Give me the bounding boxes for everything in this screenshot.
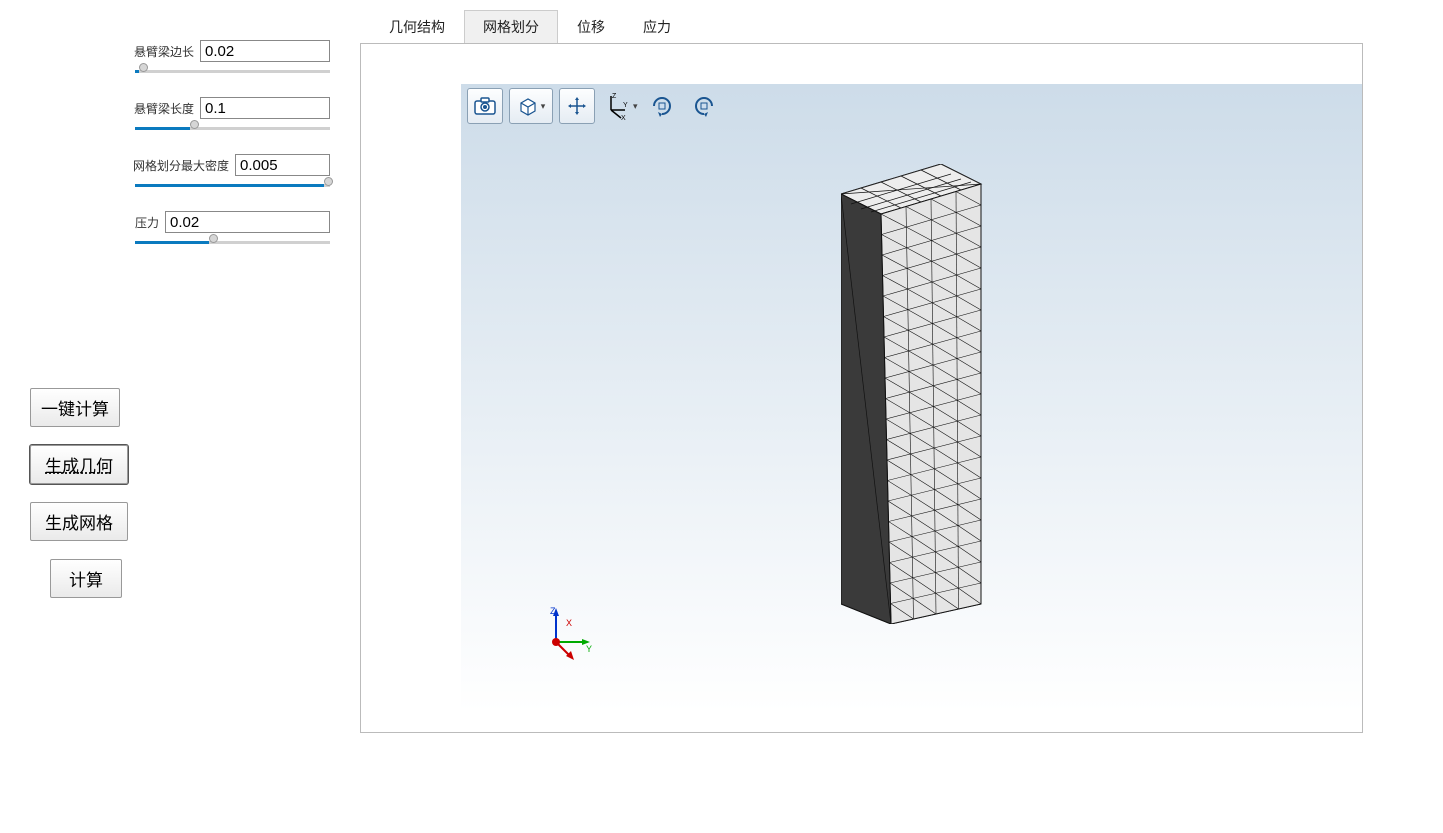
pressure-slider[interactable]: [135, 237, 330, 240]
chevron-down-icon: ▾: [541, 101, 546, 112]
svg-text:Y: Y: [586, 644, 592, 654]
tab-displacement[interactable]: 位移: [558, 10, 624, 44]
tab-stress[interactable]: 应力: [624, 10, 690, 44]
param-label: 网格划分最大密度: [133, 157, 229, 174]
param-row-edge-length: 悬臂梁边长: [30, 40, 330, 62]
pan-icon[interactable]: [559, 88, 595, 124]
rotate-cw-icon[interactable]: [644, 88, 680, 124]
slider-length-wrap: [30, 123, 330, 126]
tab-bar: 几何结构 网格划分 位移 应力: [370, 10, 1363, 44]
main-panel: 几何结构 网格划分 位移 应力 ▾ Z Y: [360, 0, 1443, 833]
viewer-canvas[interactable]: ▾ Z Y X ▾: [461, 84, 1362, 712]
param-row-length: 悬臂梁长度: [30, 97, 330, 119]
axis-triad-icon: Z Y X: [536, 602, 596, 662]
edge-length-slider[interactable]: [135, 66, 330, 69]
edge-length-input[interactable]: [200, 40, 330, 62]
slider-pressure-wrap: [30, 237, 330, 240]
param-label: 悬臂梁边长: [134, 43, 194, 60]
slider-edge-length-wrap: [30, 66, 330, 69]
camera-icon[interactable]: [467, 88, 503, 124]
tab-geometry[interactable]: 几何结构: [370, 10, 464, 44]
svg-text:Y: Y: [623, 102, 628, 109]
param-row-mesh-density: 网格划分最大密度: [30, 154, 330, 176]
svg-text:Z: Z: [550, 606, 556, 616]
svg-text:X: X: [566, 618, 572, 628]
slider-mesh-density-wrap: [30, 180, 330, 183]
generate-mesh-button[interactable]: 生成网格: [30, 502, 128, 541]
mesh-density-slider[interactable]: [135, 180, 330, 183]
svg-text:X: X: [621, 115, 626, 120]
param-label: 压力: [135, 214, 159, 231]
mesh-3d-render: [841, 164, 1001, 624]
param-row-pressure: 压力: [30, 211, 330, 233]
sidebar: 悬臂梁边长 悬臂梁长度 网格划分最大密度 压力: [0, 0, 360, 833]
chevron-down-icon: ▾: [633, 101, 638, 112]
length-slider[interactable]: [135, 123, 330, 126]
rotate-ccw-icon[interactable]: [686, 88, 722, 124]
param-label: 悬臂梁长度: [134, 100, 194, 117]
generate-geometry-button[interactable]: 生成几何: [30, 445, 128, 484]
length-input[interactable]: [200, 97, 330, 119]
mesh-density-input[interactable]: [235, 154, 330, 176]
compute-button[interactable]: 计算: [50, 559, 122, 598]
button-section: 一键计算 生成几何 生成网格 计算: [30, 388, 330, 616]
pressure-input[interactable]: [165, 211, 330, 233]
viewer-frame: ▾ Z Y X ▾: [360, 43, 1363, 733]
viewer-toolbar: ▾ Z Y X ▾: [467, 88, 722, 124]
axis-selector[interactable]: Z Y X ▾: [601, 92, 638, 120]
one-click-compute-button[interactable]: 一键计算: [30, 388, 120, 427]
cube-view-icon[interactable]: ▾: [509, 88, 553, 124]
svg-text:Z: Z: [612, 93, 617, 100]
tab-mesh[interactable]: 网格划分: [464, 10, 558, 44]
